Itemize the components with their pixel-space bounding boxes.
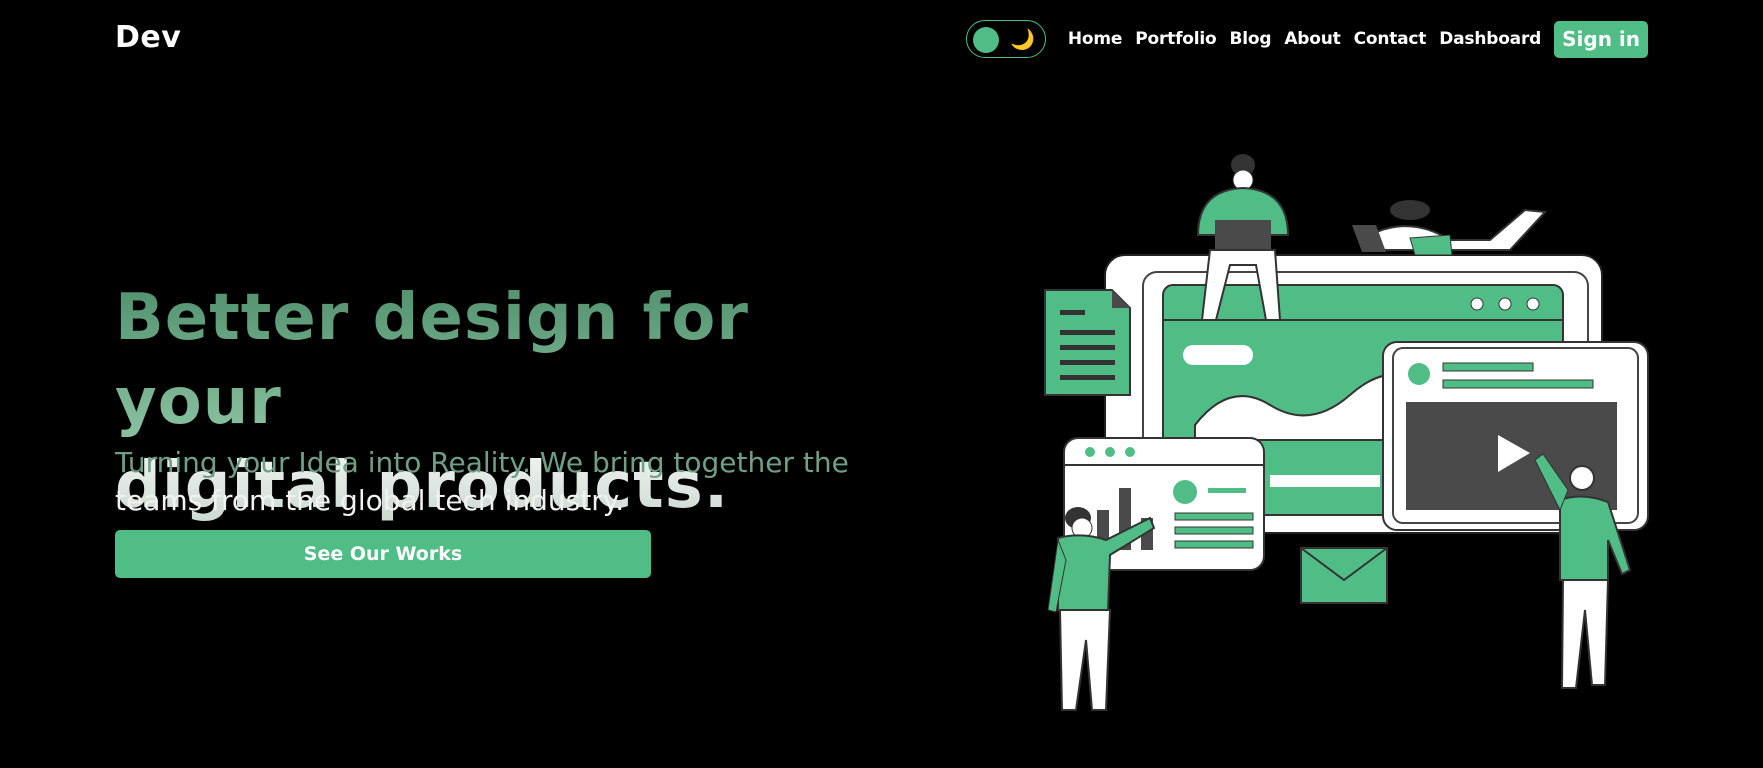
toggle-knob (972, 27, 999, 53)
hero-subtitle: Turning your Idea into Reality. We bring… (115, 444, 905, 520)
hero-subtitle-part2: teams from the global tech industry. (115, 484, 625, 517)
hero-title-line1: Better design for your (115, 276, 915, 444)
nav-home-link[interactable]: Home (1068, 29, 1123, 49)
nav-blog-link[interactable]: Blog (1229, 29, 1271, 49)
hero-subtitle-part1: Turning your Idea into Reality. We bring… (115, 446, 849, 479)
hero-illustration (1044, 154, 1649, 711)
nav-contact-link[interactable]: Contact (1354, 29, 1427, 49)
person-pointing-right (1569, 465, 1595, 491)
brand-logo[interactable]: Dev (115, 20, 181, 55)
nav-dashboard-link[interactable]: Dashboard (1439, 29, 1541, 49)
nav-portfolio-link[interactable]: Portfolio (1135, 29, 1216, 49)
moon-icon: 🌙 (1009, 27, 1035, 51)
sign-in-button[interactable]: Sign in (1554, 20, 1648, 58)
see-our-works-button[interactable]: See Our Works (115, 530, 651, 578)
nav-about-link[interactable]: About (1284, 29, 1340, 49)
envelope-icon (1300, 547, 1388, 604)
theme-toggle[interactable]: 🌙 (965, 20, 1046, 58)
main-nav: 🌙 Home Portfolio Blog About Contact Dash… (965, 20, 1648, 58)
